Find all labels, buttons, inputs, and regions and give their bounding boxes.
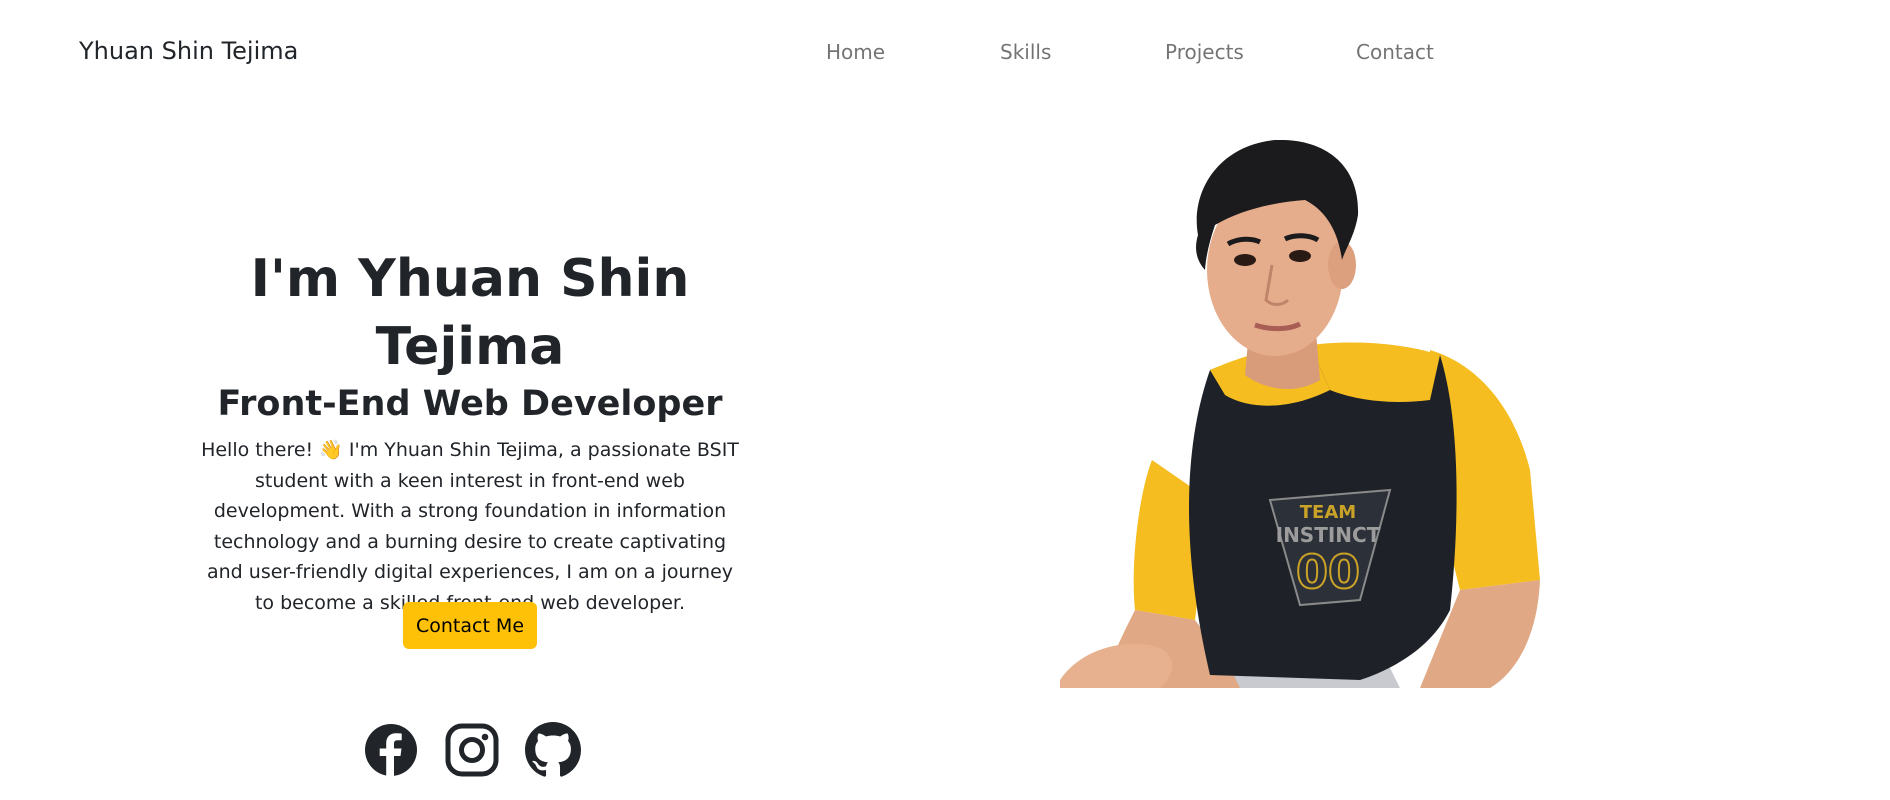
- navbar: Yhuan Shin Tejima Home Skills Projects C…: [0, 0, 1890, 104]
- facebook-icon: [365, 724, 417, 776]
- shirt-number: 00: [1296, 545, 1360, 599]
- page: Yhuan Shin Tejima Home Skills Projects C…: [0, 0, 1890, 800]
- nav-link-contact[interactable]: Contact: [1356, 40, 1434, 64]
- profile-photo-illustration: TEAM INSTINCT 00: [1060, 140, 1540, 688]
- instagram-link[interactable]: [444, 722, 500, 778]
- shirt-text-middle: INSTINCT: [1276, 523, 1381, 547]
- nav-link-skills[interactable]: Skills: [1000, 40, 1051, 64]
- facebook-link[interactable]: [363, 722, 419, 778]
- github-icon: [525, 722, 581, 777]
- instagram-icon: [445, 723, 499, 777]
- nav-link-home[interactable]: Home: [826, 40, 885, 64]
- navbar-brand[interactable]: Yhuan Shin Tejima: [79, 37, 298, 65]
- nav-link-projects[interactable]: Projects: [1165, 40, 1244, 64]
- hero-subtitle: Front-End Web Developer: [217, 384, 723, 424]
- profile-photo: TEAM INSTINCT 00: [1060, 140, 1560, 688]
- github-link[interactable]: [525, 722, 581, 778]
- contact-me-button[interactable]: Contact Me: [403, 602, 537, 649]
- shirt-text-top: TEAM: [1300, 502, 1356, 523]
- hero-title: I'm Yhuan Shin Tejima: [250, 249, 690, 377]
- hero-description: Hello there! 👋 I'm Yhuan Shin Tejima, a …: [201, 439, 739, 614]
- hero-text: I'm Yhuan Shin Tejima Front-End Web Deve…: [190, 245, 750, 618]
